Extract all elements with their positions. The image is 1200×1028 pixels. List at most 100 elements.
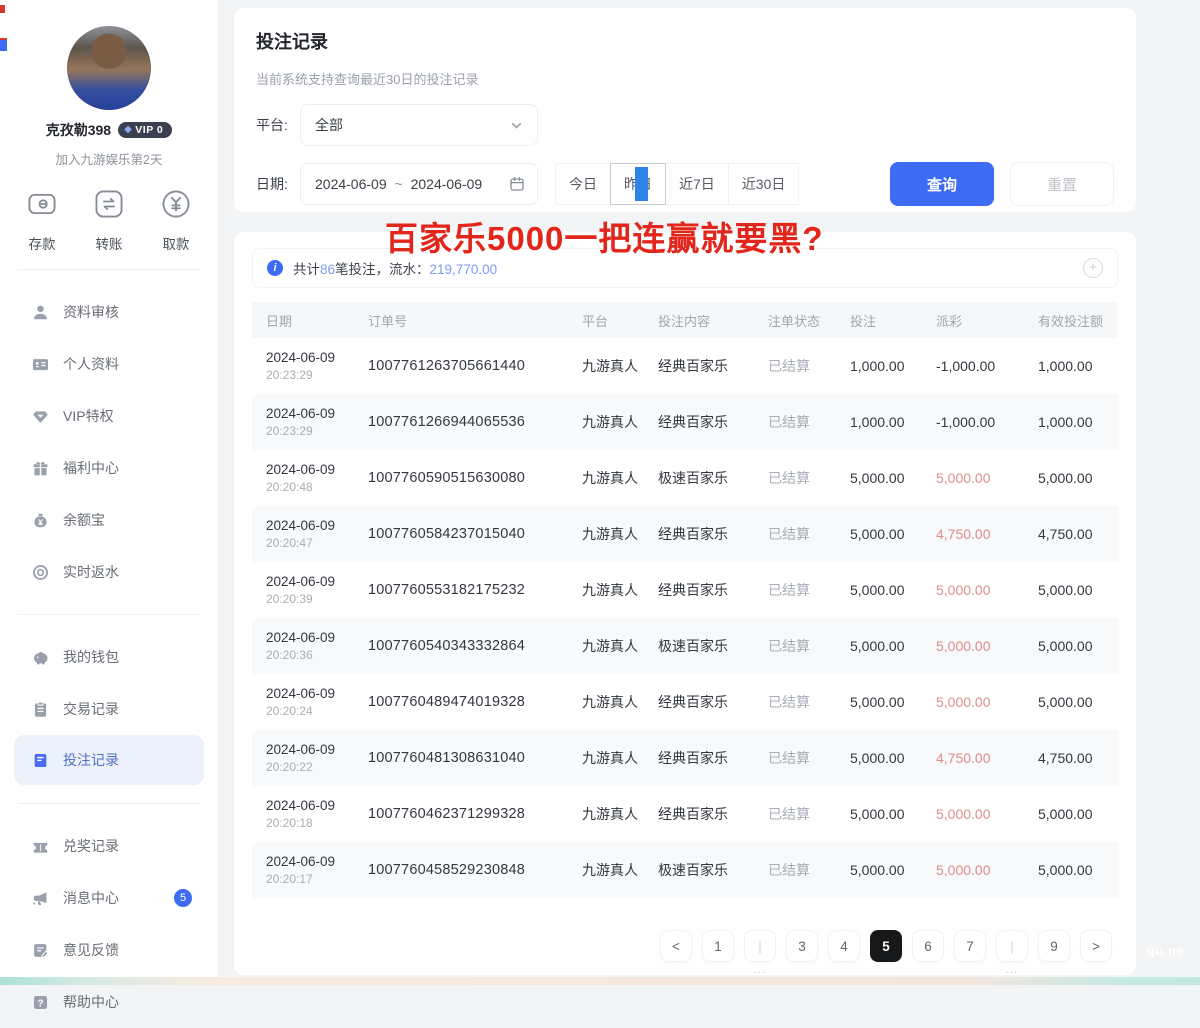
- sidebar-item-transaction-records[interactable]: 交易记录: [0, 683, 218, 735]
- range-button-近30日[interactable]: 近30日: [728, 163, 800, 205]
- sidebar-item-vip-privilege[interactable]: VIP特权: [0, 390, 218, 442]
- sidebar-nav: 资料审核个人资料 VIP特权福利中心余额宝实时返水我的钱包交易记录投注记录兑奖记录…: [0, 286, 218, 1028]
- sidebar-item-label: 福利中心: [63, 458, 119, 478]
- date-separator: ~: [391, 176, 407, 192]
- date-to: 2024-06-09: [411, 176, 483, 192]
- ticket-icon: [32, 838, 49, 855]
- cell-valid: 5,000.00: [1038, 862, 1104, 878]
- pagination: <1 |... 34567 |... 9 >: [660, 930, 1112, 962]
- transfer-button[interactable]: 转账: [93, 188, 125, 253]
- cell-valid: 5,000.00: [1038, 694, 1104, 710]
- cell-payout: 5,000.00: [936, 694, 1038, 710]
- table-row: 2024-06-0920:20:241007760489474019328九游真…: [252, 674, 1118, 730]
- cell-bet: 5,000.00: [850, 638, 936, 654]
- cell-payout: 4,750.00: [936, 526, 1038, 542]
- cell-date: 2024-06-0920:20:18: [266, 798, 368, 830]
- date-range-input[interactable]: 2024-06-09 ~ 2024-06-09: [300, 163, 538, 205]
- expand-plus-icon[interactable]: +: [1083, 258, 1103, 278]
- table-row: 2024-06-0920:20:221007760481308631040九游真…: [252, 730, 1118, 786]
- cell-status: 已结算: [768, 412, 850, 432]
- range-button-近7日[interactable]: 近7日: [665, 163, 729, 205]
- platform-select[interactable]: 全部: [300, 104, 538, 146]
- sidebar-item-welfare-center[interactable]: 福利中心: [0, 442, 218, 494]
- cell-content: 极速百家乐: [658, 860, 768, 880]
- reset-button[interactable]: 重置: [1010, 162, 1114, 206]
- cell-date: 2024-06-0920:20:17: [266, 854, 368, 886]
- withdraw-button[interactable]: 取款: [160, 188, 192, 253]
- pagination-page-7[interactable]: 7: [954, 930, 986, 962]
- sidebar-item-label: 意见反馈: [63, 940, 119, 960]
- column-header: 投注内容: [658, 311, 768, 330]
- cell-date: 2024-06-0920:23:29: [266, 350, 368, 382]
- cell-order: 1007760481308631040: [368, 750, 582, 766]
- cell-platform: 九游真人: [582, 356, 658, 376]
- cell-order: 1007761263705661440: [368, 358, 582, 374]
- money-pot-icon: [32, 512, 49, 529]
- diamond-icon: [32, 408, 49, 425]
- sidebar-item-bet-records[interactable]: 投注记录: [14, 735, 204, 785]
- cell-status: 已结算: [768, 804, 850, 824]
- cell-valid: 4,750.00: [1038, 750, 1104, 766]
- sidebar-item-label: VIP特权: [63, 406, 114, 426]
- pagination-page-3[interactable]: 3: [786, 930, 818, 962]
- cell-date: 2024-06-0920:20:47: [266, 518, 368, 550]
- cell-content: 经典百家乐: [658, 804, 768, 824]
- cell-status: 已结算: [768, 636, 850, 656]
- quick-actions: 存款 转账取款: [0, 188, 218, 253]
- pagination-ellipsis[interactable]: |...: [744, 930, 776, 962]
- cell-bet: 1,000.00: [850, 414, 936, 430]
- quick-range-group: 今日昨日近7日近30日: [556, 163, 799, 205]
- records-card: i 共计86笔投注，流水：219,770.00 + 日期订单号平台投注内容注单状…: [234, 232, 1136, 975]
- deposit-button[interactable]: 存款: [26, 188, 58, 253]
- summary-text: 共计86笔投注，流水：219,770.00: [293, 258, 497, 278]
- sidebar-item-prize-records[interactable]: 兑奖记录: [0, 820, 218, 872]
- summary-count: 86: [320, 262, 335, 277]
- pagination-prev-button[interactable]: <: [660, 930, 692, 962]
- cell-valid: 1,000.00: [1038, 414, 1104, 430]
- range-button-今日[interactable]: 今日: [555, 163, 611, 205]
- pagination-page-1[interactable]: 1: [702, 930, 734, 962]
- vip-badge: ◆ VIP 0: [118, 122, 172, 138]
- sidebar-item-realtime-rebate[interactable]: 实时返水: [0, 546, 218, 598]
- table-row: 2024-06-0920:20:181007760462371299328九游真…: [252, 786, 1118, 842]
- pagination-page-6[interactable]: 6: [912, 930, 944, 962]
- cell-payout: -1,000.00: [936, 414, 1038, 430]
- avatar: [67, 26, 151, 110]
- cell-content: 经典百家乐: [658, 748, 768, 768]
- pagination-page-9[interactable]: 9: [1038, 930, 1070, 962]
- sidebar-item-feedback[interactable]: 意见反馈: [0, 924, 218, 976]
- sidebar-item-profile-audit[interactable]: 资料审核: [0, 286, 218, 338]
- cell-platform: 九游真人: [582, 412, 658, 432]
- rebate-icon: [32, 564, 49, 581]
- cell-status: 已结算: [768, 468, 850, 488]
- sidebar-item-message-center[interactable]: 消息中心5: [0, 872, 218, 924]
- pagination-next-button[interactable]: >: [1080, 930, 1112, 962]
- search-button[interactable]: 查询: [890, 162, 994, 206]
- cell-date: 2024-06-0920:23:29: [266, 406, 368, 438]
- sidebar-item-my-wallet[interactable]: 我的钱包: [0, 631, 218, 683]
- question-icon: ?: [32, 994, 49, 1011]
- sidebar-item-personal-info[interactable]: 个人资料: [0, 338, 218, 390]
- range-button-昨日[interactable]: 昨日: [610, 163, 666, 205]
- sidebar-item-yuebao[interactable]: 余额宝: [0, 494, 218, 546]
- table-row: 2024-06-0920:20:471007760584237015040九游真…: [252, 506, 1118, 562]
- cell-platform: 九游真人: [582, 580, 658, 600]
- pagination-page-4[interactable]: 4: [828, 930, 860, 962]
- cell-status: 已结算: [768, 748, 850, 768]
- filter-card: 投注记录 当前系统支持查询最近30日的投注记录 平台: 全部 日期: 2024-…: [234, 8, 1136, 212]
- table-header: 日期订单号平台投注内容注单状态投注派彩有效投注额: [252, 302, 1118, 338]
- deposit-label: 存款: [29, 233, 56, 253]
- cell-order: 1007760540343332864: [368, 638, 582, 654]
- date-label: 日期:: [256, 174, 300, 194]
- table-body: 2024-06-0920:23:291007761263705661440九游真…: [252, 338, 1118, 898]
- transfer-icon: [93, 188, 125, 225]
- book-icon: [32, 752, 49, 769]
- overlay-annotation-text: 百家乐5000一把连赢就要黑?: [385, 212, 824, 260]
- watermark: qu.ne: [1147, 943, 1184, 958]
- text-selection-highlight: [635, 167, 648, 201]
- sidebar-item-label: 资料审核: [63, 302, 119, 322]
- pagination-page-5[interactable]: 5: [870, 930, 902, 962]
- sidebar-divider: [18, 614, 200, 615]
- cell-bet: 5,000.00: [850, 750, 936, 766]
- pagination-ellipsis[interactable]: |...: [996, 930, 1028, 962]
